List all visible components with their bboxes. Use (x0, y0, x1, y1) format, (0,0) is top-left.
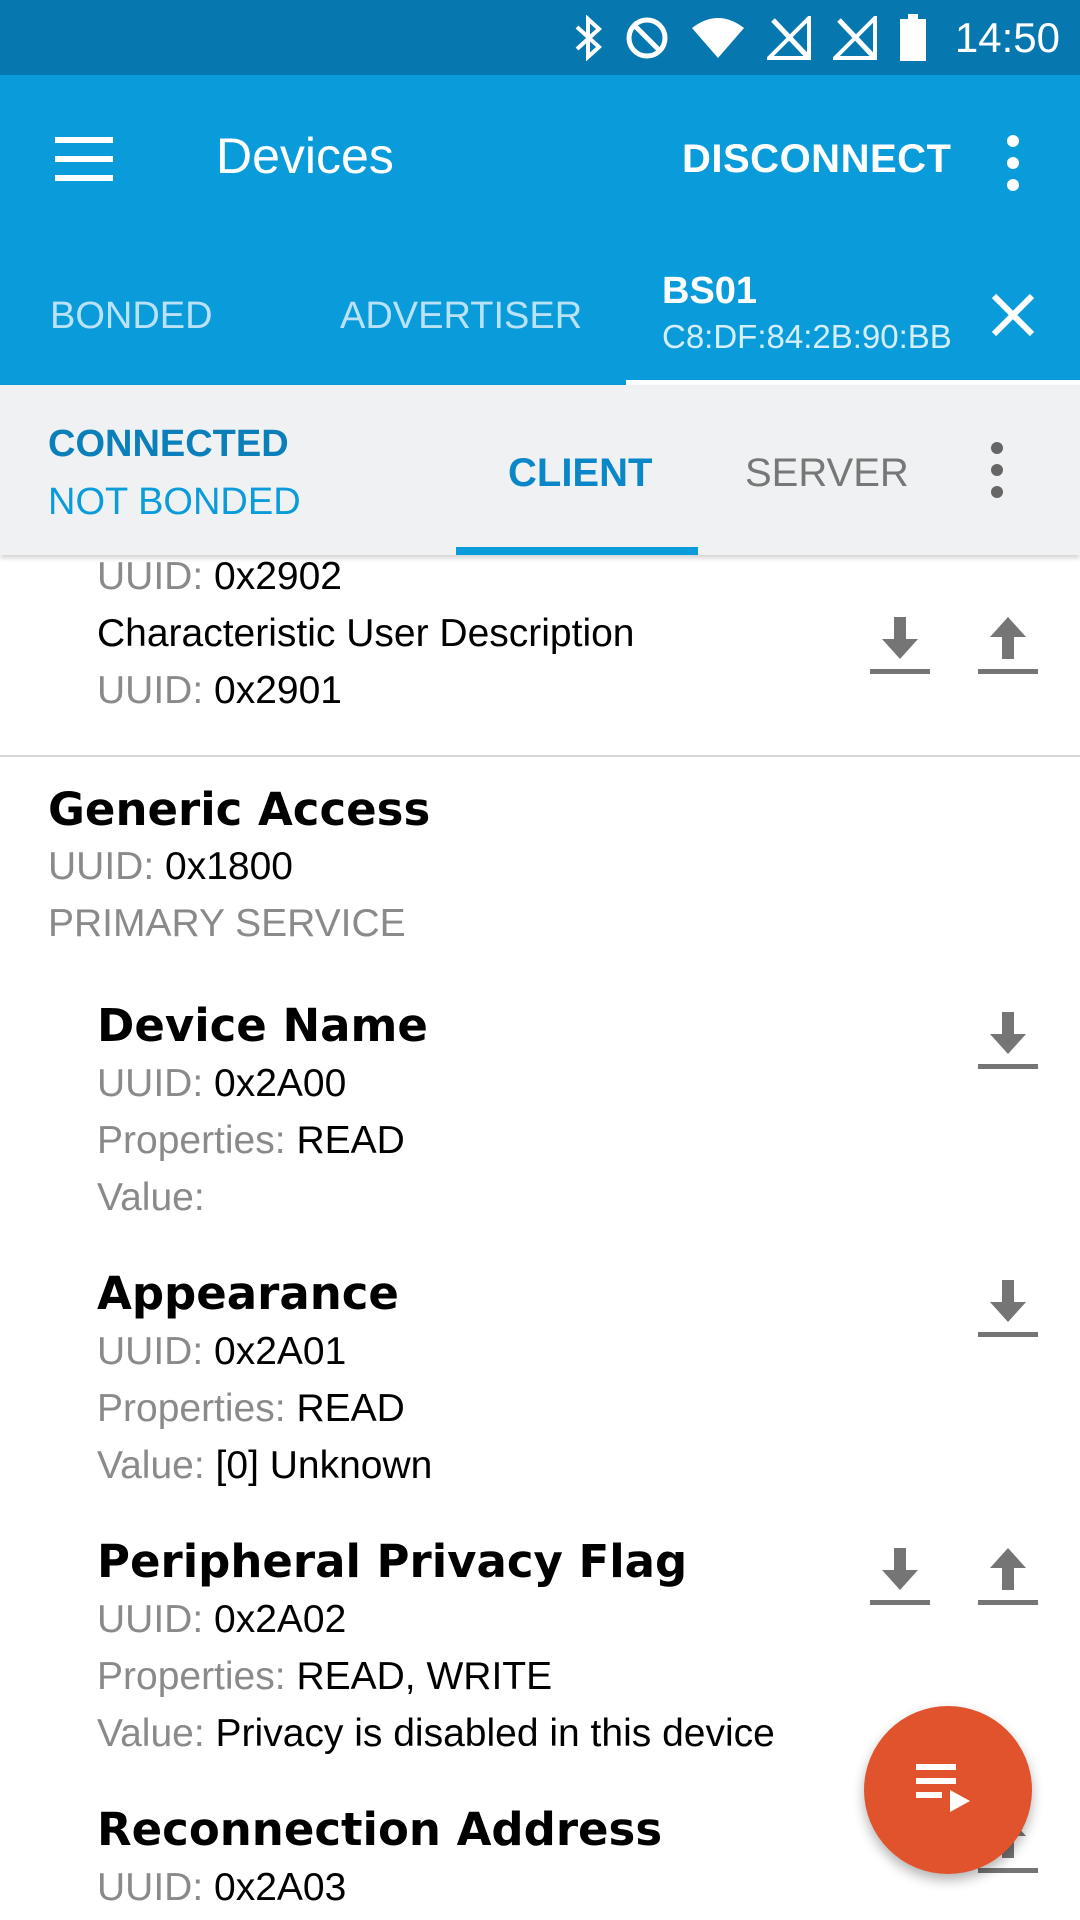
bluetooth-icon (573, 14, 603, 61)
tab-indicator (456, 547, 698, 555)
playlist-play-icon (916, 1764, 970, 1812)
divider (0, 755, 1080, 757)
menu-icon[interactable] (55, 137, 113, 181)
device-address: C8:DF:84:2B:90:BB (662, 318, 952, 355)
characteristic-properties-row: Properties: READ (97, 1387, 405, 1430)
wifi-icon (691, 16, 745, 60)
log-fab-button[interactable] (864, 1706, 1032, 1874)
service-uuid-row: UUID: 0x1800 (48, 845, 293, 888)
download-icon (978, 1012, 1038, 1069)
app-bar: Devices DISCONNECT BONDED ADVERTISER BS0… (0, 75, 1080, 388)
do-not-disturb-icon (625, 16, 669, 60)
write-descriptor-button[interactable] (976, 615, 1040, 679)
battery-icon (899, 13, 927, 62)
device-name: BS01 (662, 270, 758, 312)
read-characteristic-button[interactable] (976, 1278, 1040, 1342)
descriptor-uuid-row: UUID: 0x2902 (97, 555, 342, 598)
characteristic-name: Peripheral Privacy Flag (97, 1535, 688, 1588)
upload-icon (978, 1548, 1038, 1605)
status-time: 14:50 (954, 13, 1060, 61)
characteristic-uuid-row: UUID: 0x2A03 (97, 1866, 347, 1909)
tab-advertiser[interactable]: ADVERTISER (340, 295, 582, 338)
characteristic-value-row: Value: (97, 1176, 205, 1219)
more-options-icon[interactable] (998, 135, 1028, 191)
tab-bonded[interactable]: BONDED (50, 295, 213, 338)
descriptor-name: Characteristic User Description (97, 612, 635, 655)
download-icon (870, 617, 930, 674)
characteristic-value-row: Value: Privacy is disabled in this devic… (97, 1712, 775, 1755)
characteristic-uuid-row: UUID: 0x2A02 (97, 1598, 347, 1641)
characteristic-name: Device Name (97, 999, 428, 1052)
disconnect-button[interactable]: DISCONNECT (682, 137, 951, 182)
read-descriptor-button[interactable] (868, 615, 932, 679)
characteristic-uuid-row: UUID: 0x2A01 (97, 1330, 347, 1373)
characteristic-uuid-row: UUID: 0x2A00 (97, 1062, 347, 1105)
tab-device[interactable]: BS01 C8:DF:84:2B:90:BB (626, 270, 1080, 385)
connection-bar: CONNECTED NOT BONDED CLIENT SERVER (0, 385, 1080, 555)
characteristic-name: Reconnection Address (97, 1803, 663, 1856)
upload-icon (978, 617, 1038, 674)
connection-status: CONNECTED (48, 423, 289, 465)
characteristic-properties-row: Properties: READ (97, 1119, 405, 1162)
no-signal-icon (766, 15, 811, 60)
no-signal-icon (832, 15, 877, 60)
bond-status: NOT BONDED (48, 481, 301, 523)
descriptor-uuid-row: UUID: 0x2901 (97, 669, 342, 712)
service-name: Generic Access (48, 783, 431, 836)
download-icon (978, 1280, 1038, 1337)
status-bar: 14:50 (0, 0, 1080, 75)
read-characteristic-button[interactable] (868, 1546, 932, 1610)
tab-client[interactable]: CLIENT (508, 451, 652, 496)
tab-server[interactable]: SERVER (745, 451, 909, 496)
read-characteristic-button[interactable] (976, 1010, 1040, 1074)
characteristic-properties-row: Properties: READ, WRITE (97, 1655, 553, 1698)
page-title: Devices (216, 128, 394, 184)
write-characteristic-button[interactable] (976, 1546, 1040, 1610)
download-icon (870, 1548, 930, 1605)
characteristic-name: Appearance (97, 1267, 399, 1320)
close-icon[interactable] (986, 288, 1040, 342)
characteristic-value-row: Value: [0] Unknown (97, 1444, 433, 1487)
more-options-icon[interactable] (982, 442, 1012, 498)
service-type: PRIMARY SERVICE (48, 902, 406, 945)
